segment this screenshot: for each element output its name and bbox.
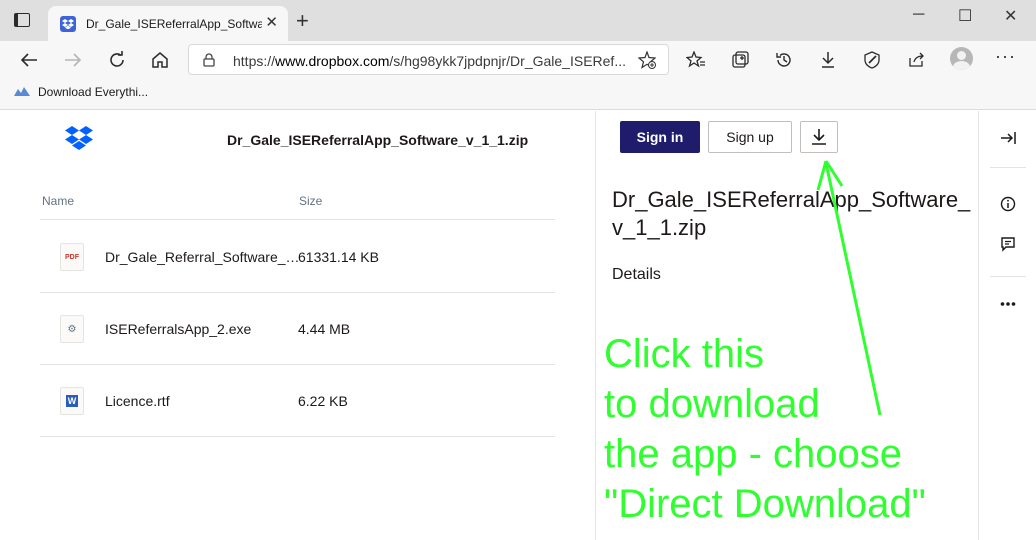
download-icon bbox=[812, 129, 826, 145]
file-row[interactable]: PDF Dr_Gale_Referral_Software_Manual.pdf… bbox=[40, 221, 555, 293]
file-size: 6.22 KB bbox=[298, 393, 348, 409]
file-size: 4.44 MB bbox=[298, 321, 351, 337]
annotation-line: the app - choose bbox=[604, 432, 902, 476]
minimize-icon[interactable]: ─ bbox=[913, 6, 924, 24]
column-name[interactable]: Name bbox=[42, 194, 74, 208]
address-bar[interactable]: https://www.dropbox.com/s/hg98ykk7jpdpnj… bbox=[188, 44, 669, 75]
favorite-label: Download Everythi... bbox=[38, 85, 149, 99]
url-text[interactable]: https://www.dropbox.com/s/hg98ykk7jpdpnj… bbox=[233, 53, 633, 69]
refresh-icon[interactable] bbox=[104, 47, 130, 73]
download-button[interactable] bbox=[800, 121, 838, 153]
forward-icon[interactable] bbox=[60, 47, 86, 73]
new-tab-icon[interactable]: + bbox=[296, 10, 309, 32]
share-icon[interactable] bbox=[903, 47, 929, 73]
back-icon[interactable] bbox=[16, 47, 42, 73]
tab-actions-icon[interactable] bbox=[14, 13, 30, 27]
file-name[interactable]: Dr_Gale_Referral_Software_Manual.pdf bbox=[105, 249, 300, 265]
annotation-line: to download bbox=[604, 382, 820, 426]
dropbox-favicon-icon bbox=[60, 16, 76, 32]
pdf-icon: PDF bbox=[60, 243, 84, 271]
file-name[interactable]: ISEReferralsApp_2.exe bbox=[105, 321, 300, 337]
collapse-panel-icon[interactable] bbox=[997, 127, 1019, 149]
tab-close-icon[interactable]: ✕ bbox=[265, 15, 278, 31]
dropbox-logo-icon[interactable] bbox=[65, 126, 93, 155]
browser-tab[interactable]: Dr_Gale_ISEReferralApp_Software_v_1_1.zi… bbox=[48, 6, 288, 41]
tab-bar: Dr_Gale_ISEReferralApp_Software_v_1_1.zi… bbox=[0, 0, 1036, 41]
comment-icon[interactable] bbox=[997, 233, 1019, 255]
lock-icon[interactable] bbox=[203, 53, 215, 72]
sign-up-button[interactable]: Sign up bbox=[708, 121, 792, 153]
profile-avatar[interactable] bbox=[950, 47, 973, 70]
add-favorite-icon[interactable] bbox=[637, 50, 657, 74]
gear-icon: ⚙ bbox=[60, 315, 84, 343]
downloads-icon[interactable] bbox=[815, 47, 841, 73]
details-title: Dr_Gale_ISEReferralApp_Software_v_1_1.zi… bbox=[612, 187, 971, 240]
annotation-line: "Direct Download" bbox=[604, 482, 926, 526]
more-options-icon[interactable]: ··· bbox=[995, 46, 1016, 67]
maximize-icon[interactable]: ☐ bbox=[958, 6, 972, 26]
word-doc-icon: W bbox=[60, 387, 84, 415]
file-list-header: Name Size bbox=[40, 190, 555, 220]
close-window-icon[interactable]: ✕ bbox=[1004, 6, 1017, 26]
info-icon[interactable] bbox=[997, 193, 1019, 215]
history-icon[interactable] bbox=[771, 47, 797, 73]
browser-essentials-icon[interactable] bbox=[859, 47, 885, 73]
tab-title: Dr_Gale_ISEReferralApp_Software_v_1_1.zi… bbox=[86, 17, 262, 31]
column-size: Size bbox=[299, 194, 323, 208]
sign-in-button[interactable]: Sign in bbox=[620, 121, 700, 153]
home-icon[interactable] bbox=[147, 47, 173, 73]
annotation-line: Click this bbox=[604, 332, 765, 376]
file-list-pane: Dr_Gale_ISEReferralApp_Software_v_1_1.zi… bbox=[0, 111, 596, 540]
file-row[interactable]: ⚙ ISEReferralsApp_2.exe 4.44 MB bbox=[40, 293, 555, 365]
details-heading: Details bbox=[612, 266, 661, 283]
browser-toolbar: https://www.dropbox.com/s/hg98ykk7jpdpnj… bbox=[0, 41, 1036, 78]
file-row[interactable]: W Licence.rtf 6.22 KB bbox=[40, 365, 555, 437]
side-icon-rail bbox=[980, 111, 1036, 540]
file-size: 61331.14 KB bbox=[298, 249, 379, 265]
annotation-text: Click this to download the app - choose … bbox=[604, 329, 926, 529]
file-name[interactable]: Licence.rtf bbox=[105, 393, 300, 409]
file-title: Dr_Gale_ISEReferralApp_Software_v_1_1.zi… bbox=[227, 132, 529, 148]
favorite-item[interactable]: Download Everythi... bbox=[14, 85, 148, 99]
more-actions-icon[interactable] bbox=[997, 293, 1019, 315]
favorites-bar: Download Everythi... bbox=[0, 78, 1036, 110]
favorites-icon[interactable] bbox=[683, 47, 709, 73]
favorite-logo-icon bbox=[14, 87, 30, 96]
collections-icon[interactable] bbox=[727, 47, 753, 73]
